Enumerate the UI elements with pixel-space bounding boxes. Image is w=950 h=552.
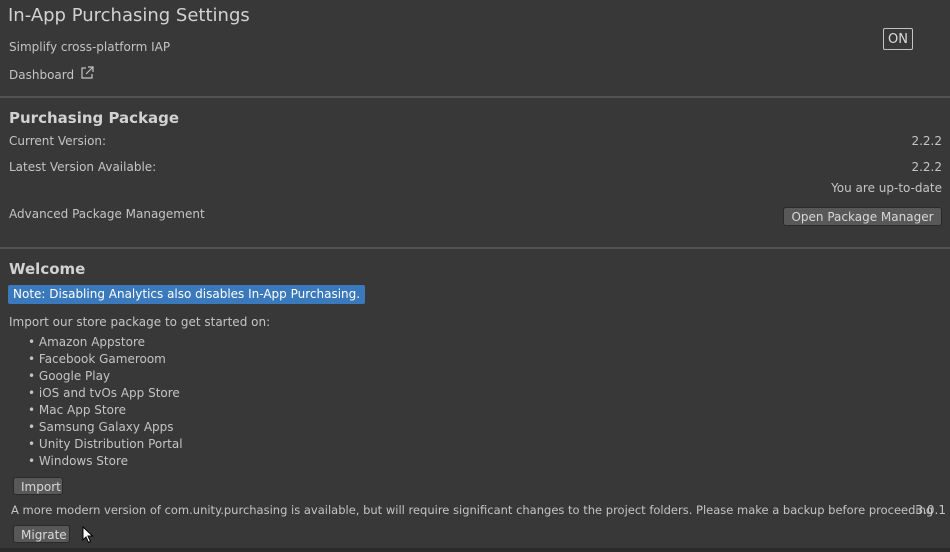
page-subtitle: Simplify cross-platform IAP xyxy=(9,40,171,54)
section-heading-package: Purchasing Package xyxy=(9,109,180,127)
migrate-button[interactable]: Migrate xyxy=(13,525,70,543)
list-item: Mac App Store xyxy=(28,402,183,419)
latest-version-value: 2.2.2 xyxy=(911,160,942,174)
analytics-note: Note: Disabling Analytics also disables … xyxy=(8,285,366,304)
store-list: Amazon Appstore Facebook Gameroom Google… xyxy=(28,334,183,470)
divider xyxy=(0,96,950,98)
version-status: You are up-to-date xyxy=(831,181,942,195)
latest-version-label: Latest Version Available: xyxy=(9,160,157,174)
external-link-icon xyxy=(80,66,94,83)
current-version-value: 2.2.2 xyxy=(911,134,942,148)
current-version-label: Current Version: xyxy=(9,134,107,148)
list-item: Unity Distribution Portal xyxy=(28,436,183,453)
section-heading-welcome: Welcome xyxy=(9,260,86,278)
list-item: Facebook Gameroom xyxy=(28,351,183,368)
migrate-message: A more modern version of com.unity.purch… xyxy=(11,503,934,517)
page-title: In-App Purchasing Settings xyxy=(8,5,250,26)
dashboard-label: Dashboard xyxy=(9,67,75,82)
list-item: Windows Store xyxy=(28,453,183,470)
list-item: Amazon Appstore xyxy=(28,334,183,351)
advanced-management-label: Advanced Package Management xyxy=(9,207,205,221)
iap-enable-toggle[interactable]: ON xyxy=(883,28,913,50)
dashboard-link[interactable]: Dashboard xyxy=(9,66,94,83)
mouse-cursor-icon xyxy=(82,525,94,547)
import-intro: Import our store package to get started … xyxy=(9,315,271,329)
open-package-manager-button[interactable]: Open Package Manager xyxy=(783,207,942,226)
import-button[interactable]: Import xyxy=(13,477,63,495)
divider xyxy=(0,247,950,249)
migrate-version: 3.0.1 xyxy=(915,503,946,517)
bottom-edge xyxy=(0,548,950,552)
list-item: Samsung Galaxy Apps xyxy=(28,419,183,436)
list-item: Google Play xyxy=(28,368,183,385)
list-item: iOS and tvOs App Store xyxy=(28,385,183,402)
